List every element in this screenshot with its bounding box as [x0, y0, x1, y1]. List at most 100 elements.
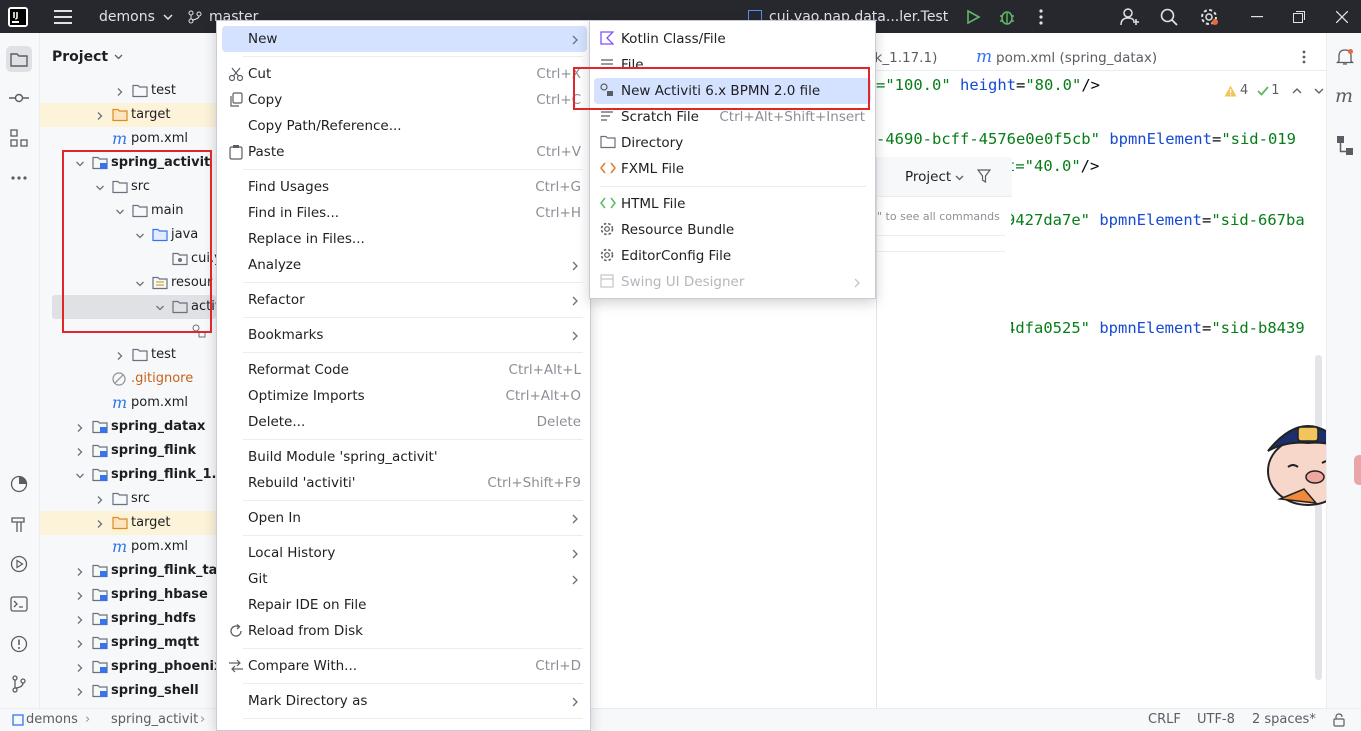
chevron-right-icon[interactable]	[95, 518, 105, 528]
chevron-right-icon[interactable]	[75, 662, 85, 672]
menu-item-delete[interactable]: Delete... Delete	[222, 409, 587, 435]
menu-item-repair-ide-on-file[interactable]: Repair IDE on File	[222, 592, 587, 618]
new-item-resource-bundle[interactable]: Resource Bundle	[594, 217, 871, 243]
indent-setting[interactable]: 2 spaces*	[1252, 712, 1316, 727]
menu-item-replace-in-files[interactable]: Replace in Files...	[222, 226, 587, 252]
tree-row[interactable]: spring_datax	[40, 415, 216, 439]
chevron-right-icon[interactable]	[115, 350, 125, 360]
menu-item-refactor[interactable]: Refactor	[222, 287, 587, 313]
chevron-right-icon[interactable]	[115, 86, 125, 96]
tree-row[interactable]: spring_hdfs	[40, 607, 216, 631]
chevron-right-icon[interactable]	[75, 590, 85, 600]
chevron-right-icon[interactable]	[75, 614, 85, 624]
settings-gear-icon[interactable]	[1199, 0, 1219, 33]
new-item-kotlin-class-file[interactable]: Kotlin Class/File	[594, 26, 871, 52]
tree-row[interactable]: .gitignore	[40, 367, 216, 391]
menu-item-optimize-imports[interactable]: Optimize Imports Ctrl+Alt+O	[222, 383, 587, 409]
project-panel-header[interactable]: Project	[52, 49, 123, 65]
menu-item-rebuild-activiti[interactable]: Rebuild 'activiti' Ctrl+Shift+F9	[222, 470, 587, 496]
breadcrumb-project[interactable]: demons	[26, 712, 78, 727]
notifications-bell-icon[interactable]	[1335, 48, 1355, 70]
chevron-right-icon[interactable]	[95, 494, 105, 504]
tree-row[interactable]: spring_flink	[40, 439, 216, 463]
line-separator[interactable]: CRLF	[1148, 712, 1181, 727]
chevron-right-icon[interactable]	[95, 110, 105, 120]
tree-row[interactable]: target	[40, 511, 216, 535]
tree-row[interactable]: spring_phoenix	[40, 655, 216, 679]
git-icon[interactable]	[8, 673, 30, 695]
chevron-right-icon[interactable]	[75, 422, 85, 432]
menu-item-new[interactable]: New	[222, 26, 587, 52]
tree-row[interactable]: m pom.xml	[40, 535, 216, 559]
restore-icon[interactable]	[1293, 0, 1305, 33]
chevron-right-icon[interactable]	[75, 566, 85, 576]
tree-row[interactable]: src	[40, 487, 216, 511]
menu-item-copy-path-reference[interactable]: Copy Path/Reference...	[222, 113, 587, 139]
database-structure-icon[interactable]	[1336, 135, 1354, 161]
project-switcher[interactable]: demons	[99, 0, 173, 33]
tree-row[interactable]: m pom.xml	[40, 391, 216, 415]
filter-icon[interactable]	[977, 169, 991, 183]
menu-item-analyze[interactable]: Analyze	[222, 252, 587, 278]
menu-item-find-usages[interactable]: Find Usages Ctrl+G	[222, 174, 587, 200]
commit-icon[interactable]	[8, 87, 30, 109]
menu-item-local-history[interactable]: Local History	[222, 540, 587, 566]
tree-row[interactable]: spring_mqtt	[40, 631, 216, 655]
tree-row[interactable]: spring_flink_1.17.	[40, 463, 216, 487]
run-icon[interactable]	[965, 0, 981, 33]
tree-row[interactable]: spring_shell	[40, 679, 216, 703]
close-window-icon[interactable]	[1336, 0, 1348, 33]
services-icon[interactable]	[8, 553, 30, 575]
tree-row[interactable]: spring_hbase	[40, 583, 216, 607]
editor-scrollbar[interactable]	[1315, 355, 1322, 680]
more-actions-icon[interactable]	[1038, 0, 1044, 33]
chevron-right-icon[interactable]	[75, 638, 85, 648]
new-item-editorconfig-file[interactable]: EditorConfig File	[594, 243, 871, 269]
structure-icon[interactable]	[8, 127, 30, 149]
tab-options-icon[interactable]	[1302, 50, 1306, 64]
terminal-icon[interactable]	[8, 593, 30, 615]
menu-item-mark-directory-as[interactable]: Mark Directory as	[222, 688, 587, 714]
tree-row[interactable]: test	[40, 343, 216, 367]
file-encoding[interactable]: UTF-8	[1197, 712, 1235, 727]
editor-tab-flink[interactable]: nk_1.17.1)	[866, 50, 937, 66]
debug-icon[interactable]	[999, 0, 1015, 33]
app-logo-icon[interactable]: IJ	[8, 0, 28, 33]
inspection-widget[interactable]: 4 1	[1224, 83, 1324, 98]
menu-item-cut[interactable]: Cut Ctrl+X	[222, 61, 587, 87]
tree-row[interactable]: target	[40, 103, 216, 127]
menu-item-paste[interactable]: Paste Ctrl+V	[222, 139, 587, 165]
chevron-down-icon[interactable]	[1314, 88, 1324, 94]
chevron-down-icon[interactable]	[75, 470, 85, 480]
add-user-icon[interactable]	[1120, 0, 1140, 33]
new-item-fxml-file[interactable]: FXML File	[594, 156, 871, 182]
menu-item-git[interactable]: Git	[222, 566, 587, 592]
new-item-html-file[interactable]: HTML File	[594, 191, 871, 217]
minimize-icon[interactable]	[1251, 0, 1263, 33]
chevron-right-icon[interactable]	[75, 446, 85, 456]
search-icon[interactable]	[1160, 0, 1178, 33]
chevron-up-icon[interactable]	[1292, 87, 1302, 94]
chevron-right-icon[interactable]	[75, 686, 85, 696]
build-hammer-icon[interactable]	[8, 513, 30, 535]
problems-icon[interactable]	[8, 633, 30, 655]
menu-item-bookmarks[interactable]: Bookmarks	[222, 322, 587, 348]
tree-row[interactable]: spring_flink_table	[40, 559, 216, 583]
tree-row[interactable]: test	[40, 79, 216, 103]
project-tool-folder-icon[interactable]	[6, 46, 32, 72]
menu-item-reload-from-disk[interactable]: Reload from Disk	[222, 618, 587, 644]
menu-item-copy[interactable]: Copy Ctrl+C	[222, 87, 587, 113]
main-menu-icon[interactable]	[54, 0, 72, 33]
editor-tab-pom-datax[interactable]: pom.xml (spring_datax)	[996, 50, 1157, 66]
menu-item-find-in-files[interactable]: Find in Files... Ctrl+H	[222, 200, 587, 226]
more-tools-icon[interactable]	[8, 167, 30, 189]
menu-item-open-in[interactable]: Open In	[222, 505, 587, 531]
scope-selector[interactable]: Project	[905, 169, 951, 185]
maven-tool-icon[interactable]: m	[1335, 85, 1353, 107]
tree-row[interactable]: m pom.xml	[40, 127, 216, 151]
breadcrumb-module[interactable]: spring_activit	[111, 712, 198, 727]
menu-item-reformat-code[interactable]: Reformat Code Ctrl+Alt+L	[222, 357, 587, 383]
new-item-directory[interactable]: Directory	[594, 130, 871, 156]
lock-icon[interactable]	[1333, 713, 1345, 727]
menu-item-compare-with[interactable]: Compare With... Ctrl+D	[222, 653, 587, 679]
